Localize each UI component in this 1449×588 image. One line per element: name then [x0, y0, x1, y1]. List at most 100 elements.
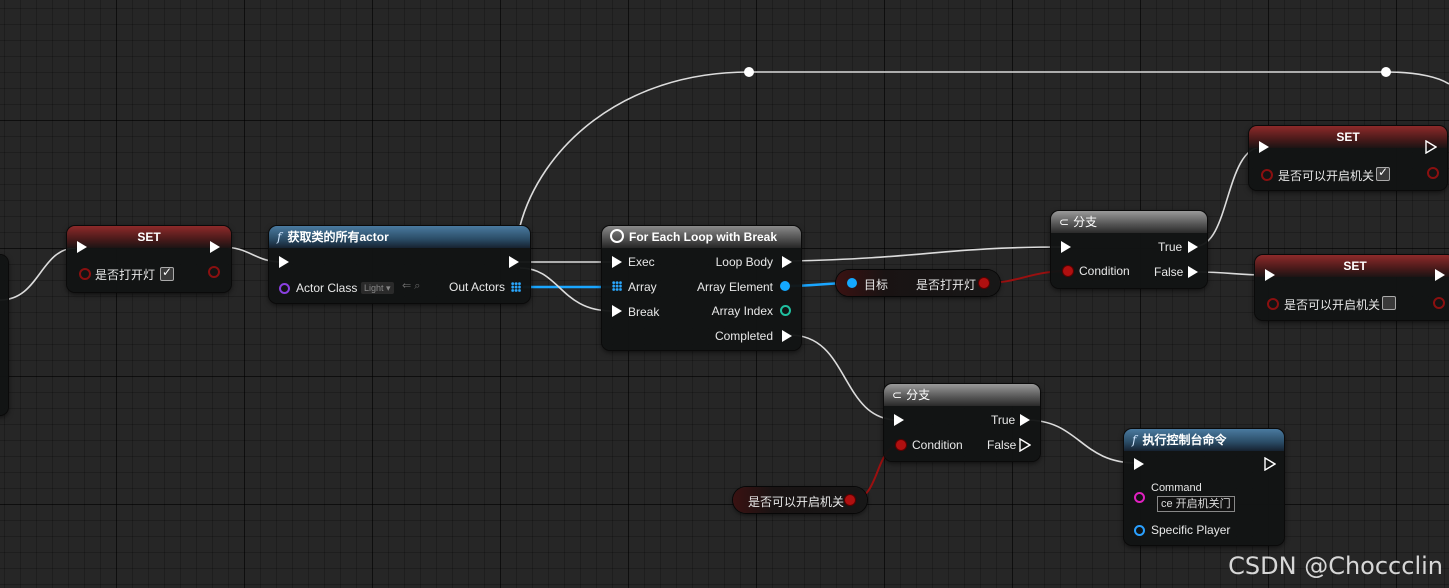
var-label: 是否可以开启机关 — [748, 495, 845, 509]
exec-wire — [789, 334, 899, 421]
exec-out-pin[interactable] — [509, 256, 519, 268]
condition-label: Condition — [1079, 264, 1130, 278]
out-actors-label: Out Actors — [449, 280, 506, 294]
exec-wire — [1025, 419, 1138, 464]
false-out-pin[interactable] — [1019, 438, 1031, 452]
reroute-node — [744, 67, 754, 77]
variable-getter-node[interactable]: 目标 是否打开灯 — [836, 270, 1000, 296]
bool-out-pin[interactable] — [1433, 297, 1445, 309]
command-in-pin[interactable] — [1134, 492, 1145, 503]
exec-wire — [519, 71, 750, 227]
bool-in-pin[interactable] — [79, 268, 91, 280]
set-light-node[interactable]: SET 是否打开灯 — [67, 226, 231, 292]
function-icon: f — [1132, 433, 1137, 447]
node-title: SET — [1249, 126, 1447, 148]
execute-console-command-node[interactable]: f 执行控制台命令 Command ce 开启机关门 Specific Playe… — [1124, 429, 1284, 545]
set-switch-true-node[interactable]: SET 是否可以开启机关 — [1249, 126, 1447, 190]
bool-out-pin[interactable] — [208, 266, 220, 278]
actor-class-select[interactable]: Light ▾ — [361, 282, 394, 294]
loop-body-out-pin[interactable] — [782, 256, 792, 268]
loop-body-label: Loop Body — [715, 255, 773, 269]
command-input[interactable]: ce 开启机关门 — [1157, 496, 1235, 512]
condition-label: Condition — [912, 438, 963, 452]
actor-class-label: Actor Class — [296, 281, 358, 295]
true-label: True — [991, 413, 1016, 427]
exec-wire — [519, 267, 613, 312]
variable-getter-switch[interactable]: 是否可以开启机关 — [733, 487, 867, 513]
watermark: CSDN @Choccclin — [1228, 552, 1443, 580]
break-label: Break — [628, 305, 660, 319]
bool-out-pin[interactable] — [979, 278, 989, 288]
array-element-label: Array Element — [696, 280, 773, 294]
offscreen-node[interactable] — [0, 255, 8, 415]
condition-in-pin[interactable] — [896, 440, 906, 450]
branch-node-top[interactable]: ⊂ 分支 Condition True False — [1051, 211, 1207, 288]
exec-wire — [0, 247, 77, 301]
array-element-out-pin[interactable] — [780, 281, 790, 291]
get-all-actors-node[interactable]: f 获取类的所有actor Actor Class Light ▾ ⇐ ⌕ Out… — [269, 226, 530, 303]
reroute-node — [1381, 67, 1391, 77]
completed-label: Completed — [714, 329, 773, 343]
exec-in-pin[interactable] — [279, 256, 289, 268]
specific-player-label: Specific Player — [1151, 523, 1231, 537]
exec-in-pin[interactable] — [612, 256, 622, 268]
for-each-loop-node[interactable]: For Each Loop with Break Exec Array Brea… — [602, 226, 801, 350]
exec-out-pin[interactable] — [210, 241, 220, 253]
exec-wire — [1385, 71, 1449, 85]
command-label: Command — [1151, 482, 1202, 494]
exec-in-pin[interactable] — [77, 241, 87, 253]
true-out-pin[interactable] — [1188, 241, 1198, 253]
exec-label: Exec — [628, 255, 655, 269]
node-title: For Each Loop with Break — [629, 230, 778, 244]
bool-in-pin[interactable] — [1267, 298, 1279, 310]
array-in-pin[interactable] — [612, 281, 622, 291]
bool-in-pin[interactable] — [1261, 169, 1273, 181]
exec-out-pin[interactable] — [1435, 269, 1445, 281]
exec-in-pin[interactable] — [1265, 269, 1275, 281]
target-label: 目标 — [864, 278, 889, 292]
node-title: SET — [67, 226, 231, 248]
class-in-pin[interactable] — [279, 283, 290, 294]
array-out-pin[interactable] — [511, 282, 521, 292]
exec-in-pin[interactable] — [1134, 458, 1144, 470]
function-icon: f — [277, 230, 282, 244]
player-in-pin[interactable] — [1134, 525, 1145, 536]
exec-out-pin[interactable] — [1264, 457, 1276, 471]
array-index-label: Array Index — [711, 304, 773, 318]
node-title: 分支 — [906, 388, 931, 402]
array-index-out-pin[interactable] — [780, 305, 791, 316]
asset-nav-icons[interactable]: ⇐ ⌕ — [402, 279, 420, 293]
false-label: False — [987, 438, 1017, 452]
break-in-pin[interactable] — [612, 305, 622, 317]
node-title: 执行控制台命令 — [1142, 433, 1227, 447]
bool-out-pin[interactable] — [1427, 167, 1439, 179]
var-label: 是否打开灯 — [916, 278, 977, 292]
branch-icon: ⊂ — [892, 388, 903, 402]
exec-in-pin[interactable] — [1061, 241, 1071, 253]
true-label: True — [1158, 240, 1183, 254]
var-label: 是否可以开启机关 — [1278, 169, 1375, 183]
value-checkbox[interactable] — [1382, 296, 1396, 310]
branch-icon: ⊂ — [1059, 215, 1070, 229]
value-checkbox[interactable] — [1376, 165, 1390, 181]
condition-in-pin[interactable] — [1063, 266, 1073, 276]
completed-out-pin[interactable] — [782, 330, 792, 342]
node-title: 获取类的所有actor — [287, 230, 389, 244]
true-out-pin[interactable] — [1020, 414, 1030, 426]
set-switch-false-node[interactable]: SET 是否可以开启机关 — [1255, 255, 1449, 320]
branch-node-bottom[interactable]: ⊂ 分支 Condition True False — [884, 384, 1040, 461]
target-in-pin[interactable] — [847, 278, 857, 288]
node-title: SET — [1255, 255, 1449, 277]
loop-icon — [610, 229, 624, 243]
value-checkbox[interactable] — [160, 265, 174, 281]
false-label: False — [1154, 265, 1184, 279]
array-label: Array — [628, 280, 657, 294]
var-label: 是否可以开启机关 — [1284, 298, 1381, 312]
exec-in-pin[interactable] — [1259, 141, 1269, 153]
exec-out-pin[interactable] — [1425, 140, 1437, 154]
bool-out-pin[interactable] — [845, 495, 855, 505]
node-title: 分支 — [1073, 215, 1098, 229]
false-out-pin[interactable] — [1188, 266, 1198, 278]
exec-in-pin[interactable] — [894, 414, 904, 426]
var-label: 是否打开灯 — [95, 268, 156, 282]
